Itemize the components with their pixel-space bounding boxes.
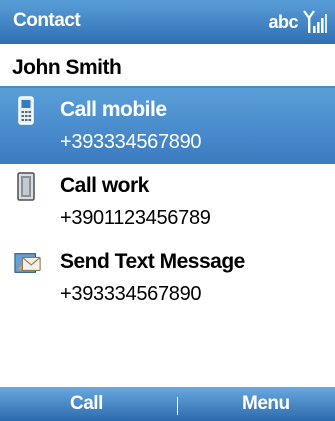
status-indicators: abc — [268, 8, 327, 36]
action-list: Call mobile +393334567890 Call work +390… — [0, 88, 335, 316]
title-bar: Contact abc — [0, 0, 335, 44]
contact-name-bar: John Smith — [0, 44, 335, 88]
input-mode-indicator: abc — [268, 11, 298, 32]
phone-number: +393334567890 — [60, 131, 202, 153]
action-call-mobile[interactable]: Call mobile +393334567890 — [0, 88, 335, 164]
phone-number: +3901123456789 — [60, 207, 211, 229]
screen-title: Contact — [13, 10, 81, 31]
action-label: Send Text Message — [60, 250, 245, 273]
mobile-phone-icon — [18, 96, 34, 125]
signal-strength-icon — [303, 10, 327, 33]
phone-number: +393334567890 — [60, 283, 202, 305]
right-softkey-menu[interactable]: Menu — [242, 393, 290, 415]
work-phone-icon — [17, 172, 35, 201]
softkey-bar: Call Menu — [0, 387, 335, 421]
action-call-work[interactable]: Call work +3901123456789 — [0, 164, 335, 240]
left-softkey-call[interactable]: Call — [70, 393, 103, 415]
action-label: Call work — [60, 174, 149, 197]
action-label: Call mobile — [60, 98, 167, 121]
contact-name: John Smith — [12, 56, 122, 79]
action-send-text-message[interactable]: Send Text Message +393334567890 — [0, 240, 335, 316]
text-message-icon — [14, 253, 41, 273]
softkey-divider — [177, 397, 178, 415]
contact-screen: Contact abc John Smith Call mobile +3933… — [0, 0, 335, 421]
